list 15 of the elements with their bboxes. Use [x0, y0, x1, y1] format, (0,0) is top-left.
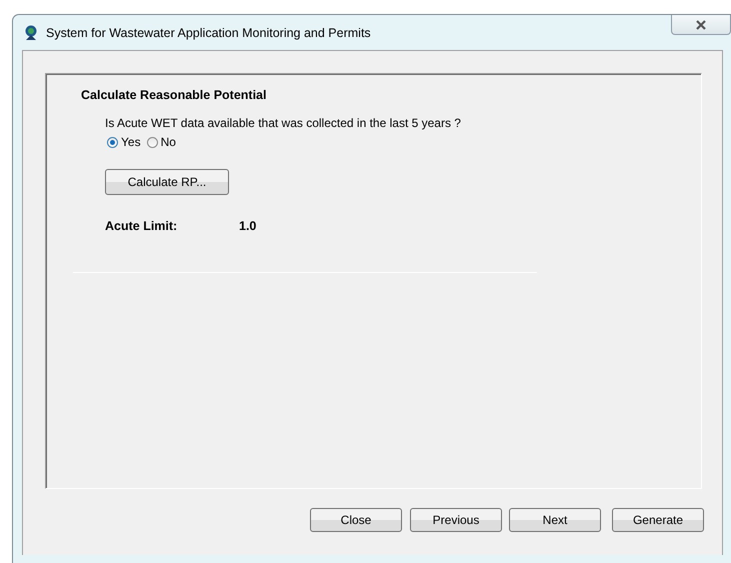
window-title: System for Wastewater Application Monitoring and Permits: [46, 26, 371, 40]
dialog-button[interactable]: Generate: [612, 508, 704, 532]
result-value: 1.0: [239, 219, 256, 233]
close-button[interactable]: [671, 15, 731, 35]
dialog-button[interactable]: Previous: [410, 508, 502, 532]
question-text: Is Acute WET data available that was collected in the last 5 years ?: [105, 116, 462, 130]
section-title: Calculate Reasonable Potential: [81, 88, 268, 102]
radio-option[interactable]: Yes: [107, 135, 141, 149]
calculate-button[interactable]: Calculate RP...: [105, 169, 229, 195]
dialog-button[interactable]: Close: [310, 508, 402, 532]
dialog-button[interactable]: Next: [509, 508, 601, 532]
app-logo-icon: [24, 24, 38, 40]
result-label: Acute Limit:: [105, 219, 178, 233]
radio-option[interactable]: No: [146, 135, 176, 149]
close-icon: [695, 20, 707, 30]
